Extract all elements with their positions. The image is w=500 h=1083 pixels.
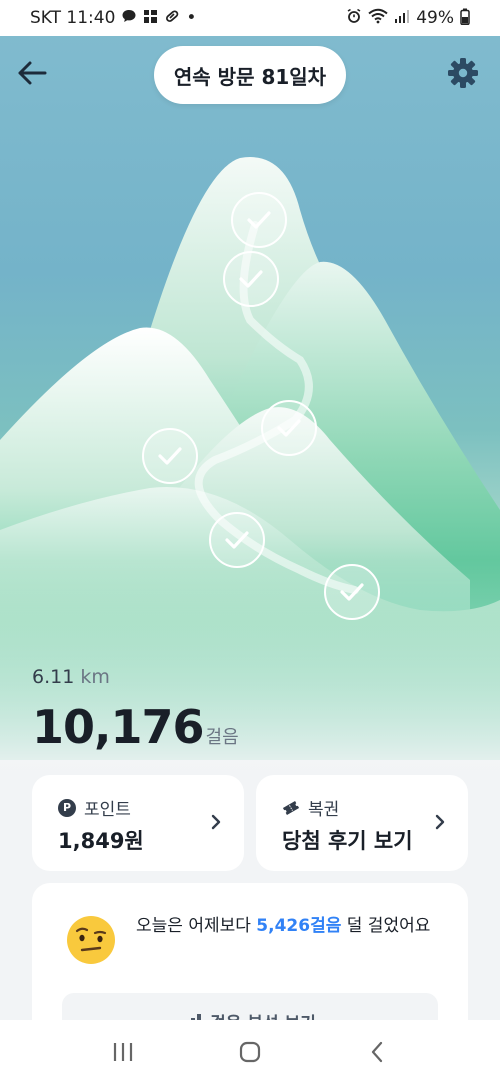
system-nav-bar — [0, 1020, 500, 1083]
alarm-icon — [346, 8, 362, 28]
distance-value: 6.11 — [32, 666, 75, 688]
recent-apps-button[interactable] — [93, 1027, 153, 1077]
distance-readout: 6.11 km — [32, 666, 110, 688]
check-icon — [277, 419, 301, 437]
visit-streak-pill: 연속 방문 81일차 — [154, 46, 346, 104]
checkpoint-6 — [324, 564, 380, 620]
checkpoint-2 — [223, 251, 279, 307]
steps-readout: 10,176 걸음 — [32, 700, 239, 754]
chevron-right-icon — [211, 814, 221, 830]
status-dot: • — [186, 8, 197, 28]
distance-unit: km — [80, 666, 110, 688]
mountain-illustration — [0, 0, 500, 780]
recent-apps-icon — [114, 1042, 133, 1061]
back-button[interactable] — [14, 55, 50, 91]
carrier-time: SKT 11:40 — [30, 8, 116, 28]
status-bar: SKT 11:40 • 49% — [0, 0, 500, 36]
gear-icon — [448, 58, 478, 88]
pill-icon — [164, 8, 180, 28]
steps-value: 10,176 — [32, 700, 205, 754]
home-icon — [239, 1041, 261, 1062]
checkpoint-3 — [261, 400, 317, 456]
point-card-title: P 포인트 — [58, 795, 131, 820]
visit-prefix: 연속 방문 — [173, 64, 262, 89]
battery-percent: 49% — [416, 8, 454, 28]
steps-unit: 걸음 — [205, 727, 239, 748]
chat-bubble-icon — [121, 8, 137, 28]
home-button[interactable] — [220, 1027, 280, 1077]
nav-back-icon — [371, 1041, 382, 1062]
signal-icon — [394, 8, 410, 28]
checkpoint-1 — [231, 192, 287, 248]
point-title-label: 포인트 — [84, 800, 131, 820]
checkpoint-5 — [209, 512, 265, 568]
step-difference: 5,426걸음 — [256, 916, 342, 936]
point-balance: 1,849원 — [58, 829, 144, 853]
nav-back-button[interactable] — [347, 1027, 407, 1077]
compare-text-after: 덜 걸었어요 — [341, 916, 431, 936]
check-icon — [340, 583, 364, 601]
step-compare-message: 오늘은 어제보다 5,426걸음 덜 걸었어요 — [136, 911, 436, 942]
visit-days: 81일차 — [261, 64, 327, 89]
lotto-card-title: 복권 — [282, 795, 339, 820]
checkpoint-4 — [142, 428, 198, 484]
chevron-right-icon — [435, 814, 445, 830]
settings-button[interactable] — [444, 54, 482, 92]
point-icon: P — [58, 798, 76, 817]
wifi-icon — [368, 8, 388, 28]
lotto-title-label: 복권 — [308, 800, 340, 820]
lotto-review-link: 당첨 후기 보기 — [282, 829, 413, 853]
point-card[interactable]: P 포인트 1,849원 — [32, 775, 244, 871]
lotto-card[interactable]: 복권 당첨 후기 보기 — [256, 775, 468, 871]
check-icon — [225, 531, 249, 549]
status-left: SKT 11:40 • — [30, 8, 196, 28]
ticket-icon — [282, 800, 300, 815]
check-icon — [158, 447, 182, 465]
status-right: 49% — [346, 8, 470, 29]
arrow-left-icon — [18, 61, 47, 85]
raised-eyebrow-face-icon — [67, 916, 115, 964]
grid-icon — [143, 9, 158, 28]
battery-icon — [460, 8, 470, 29]
mountain-art — [0, 157, 500, 780]
check-icon — [239, 270, 263, 288]
check-icon — [247, 211, 271, 229]
compare-text-before: 오늘은 어제보다 — [136, 916, 257, 936]
